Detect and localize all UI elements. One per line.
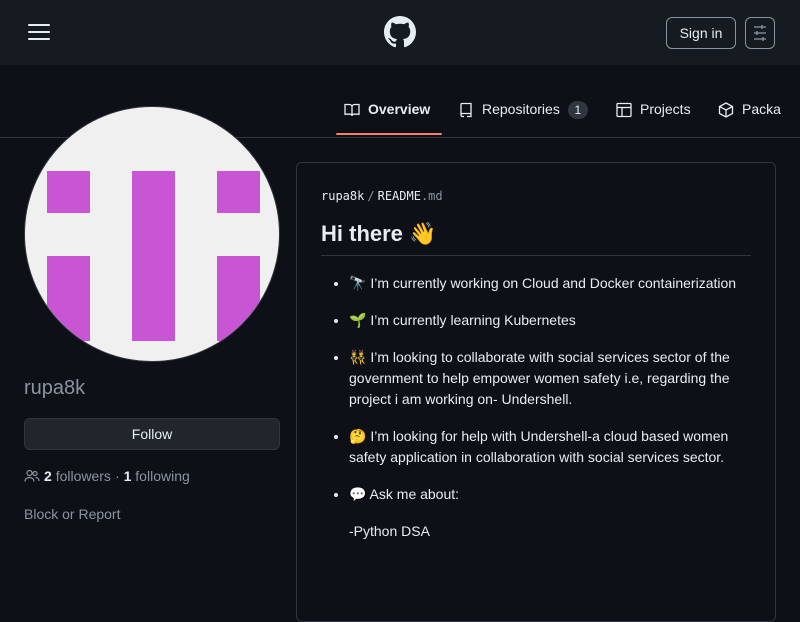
separator-dot: ·: [114, 468, 120, 484]
book-icon: [344, 103, 360, 117]
top-header: Sign in: [0, 0, 800, 65]
repo-icon: [460, 102, 472, 118]
list-item-text: 💬 Ask me about:: [349, 486, 460, 502]
followers-label: followers: [55, 468, 111, 484]
tab-packages[interactable]: Packa: [718, 101, 781, 137]
settings-button[interactable]: [745, 17, 775, 49]
followers-count: 2: [44, 468, 52, 484]
readme-file-name: README: [377, 189, 421, 203]
readme-list: 🔭 I’m currently working on Cloud and Doc…: [349, 273, 739, 558]
followers-summary: 2 followers · 1 following: [24, 468, 190, 484]
following-link[interactable]: 1 following: [124, 468, 190, 484]
list-item: 🤔 I’m looking for help with Undershell-a…: [349, 426, 739, 468]
list-item: 💬 Ask me about: -Python DSA: [349, 484, 739, 542]
readme-heading: Hi there 👋: [321, 221, 751, 256]
table-icon: [616, 102, 632, 118]
repositories-count-badge: 1: [567, 101, 588, 119]
followers-link[interactable]: 2 followers: [44, 468, 111, 484]
tab-repositories[interactable]: Repositories 1: [458, 101, 588, 137]
readme-path: rupa8k / README.md: [321, 189, 443, 203]
readme-file-ext: .md: [420, 189, 443, 203]
profile-username: rupa8k: [24, 377, 86, 399]
tab-projects[interactable]: Projects: [616, 101, 691, 137]
tab-overview[interactable]: Overview: [344, 101, 430, 137]
readme-owner-link[interactable]: rupa8k: [321, 189, 364, 203]
sign-in-button[interactable]: Sign in: [666, 17, 736, 49]
follow-button[interactable]: Follow: [24, 418, 280, 450]
readme-file-link[interactable]: README.md: [378, 189, 443, 203]
readme-card: rupa8k/README.md Hi there 👋 🔭 I’m curren…: [296, 162, 776, 622]
tab-repositories-label: Repositories: [482, 101, 560, 117]
following-count: 1: [123, 468, 132, 484]
package-icon: [718, 102, 734, 118]
sliders-icon: [754, 25, 766, 41]
list-subitem: -Python DSA: [349, 523, 430, 539]
menu-icon[interactable]: [22, 20, 54, 44]
avatar[interactable]: [24, 106, 280, 362]
active-tab-indicator: [336, 133, 442, 135]
list-item: 🌱 I’m currently learning Kubernetes: [349, 310, 739, 331]
list-item: 👯 I’m looking to collaborate with social…: [349, 347, 739, 410]
tab-packages-label: Packa: [742, 101, 781, 117]
list-item: 🔭 I’m currently working on Cloud and Doc…: [349, 273, 739, 294]
tab-projects-label: Projects: [640, 101, 691, 117]
path-separator: /: [367, 189, 375, 203]
tab-overview-label: Overview: [368, 101, 431, 117]
following-label: following: [135, 468, 190, 484]
block-report-link[interactable]: Block or Report: [24, 506, 120, 522]
people-icon: [24, 469, 40, 482]
github-logo-icon[interactable]: [384, 16, 416, 48]
